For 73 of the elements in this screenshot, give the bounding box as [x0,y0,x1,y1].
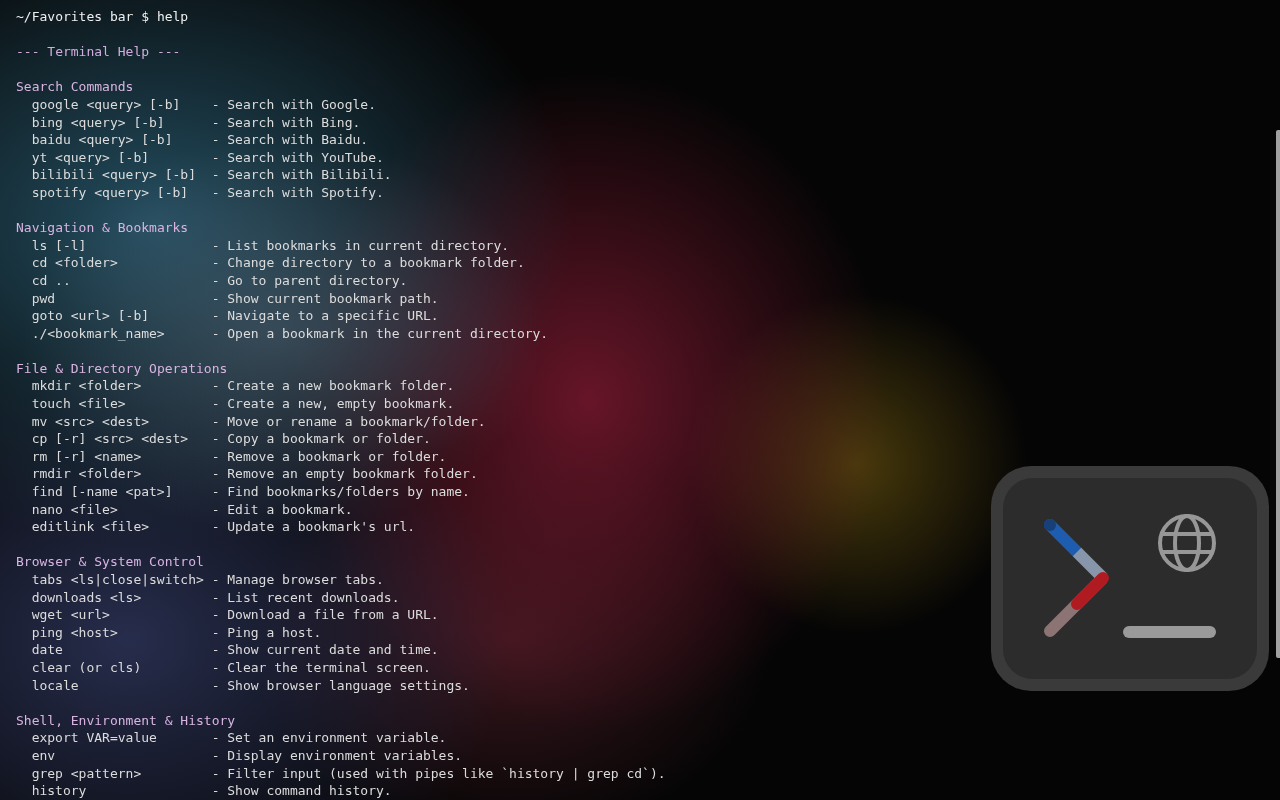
command-text: pwd [31,289,56,308]
command-description: - Remove an empty bookmark folder. [211,465,478,484]
command-description: - Go to parent directory. [211,271,408,290]
command-text: goto <url> [-b] [31,307,150,325]
command-text: mkdir <folder> [31,377,142,396]
command-description: - List recent downloads. [211,588,400,607]
prompt-line: ~/Favorites bar $ help [16,8,189,26]
command-description: - Download a file from a URL. [211,606,439,624]
command-text: grep <pattern> [31,764,142,783]
command-description: - Search with Bilibili. [211,166,392,184]
command-text: ping <host> [31,623,118,642]
command-text: date [31,641,63,659]
command-description: - Create a new bookmark folder. [211,377,455,396]
command-description: - Search with Spotify. [211,183,384,202]
command-description: - Copy a bookmark or folder. [211,430,431,448]
command-text: cp [-r] <src> <dest> [31,430,189,448]
command-text: google <query> [-b] [31,95,181,114]
command-description: - Move or rename a bookmark/folder. [211,412,486,431]
command-text: bing <query> [-b] [31,113,165,132]
command-description: - Update a bookmark's url. [211,518,416,536]
section-title: Browser & System Control [16,553,204,571]
command-description: - Search with YouTube. [211,148,384,167]
command-description: - Create a new, empty bookmark. [211,395,455,413]
command-text: spotify <query> [-b] [31,183,189,202]
command-description: - Show current date and time. [211,641,439,659]
command-text: mv <src> <dest> [31,412,150,431]
command-description: - Change directory to a bookmark folder. [211,254,525,272]
command-text: editlink <file> [31,518,150,536]
command-text: tabs <ls|close|switch> [31,571,204,589]
command-description: - Find bookmarks/folders by name. [211,483,470,501]
help-heading: --- Terminal Help --- [16,43,181,61]
command-text: yt <query> [-b] [31,148,150,167]
command-text: touch <file> [31,395,126,413]
command-text: find [-name <pat>] [31,483,173,501]
command-description: - Edit a bookmark. [211,500,353,519]
command-description: - Ping a host. [211,623,322,642]
command-text: rmdir <folder> [31,465,142,484]
command-description: - Show current bookmark path. [211,289,439,308]
command-description: - Search with Google. [211,95,376,114]
section-title: Navigation & Bookmarks [16,219,189,237]
command-text: ls [-l] [31,236,87,255]
command-text: nano <file> [31,500,118,519]
command-description: - Search with Baidu. [211,131,369,149]
command-text: env [31,746,56,765]
command-description: - List bookmarks in current directory. [211,236,510,255]
command-text: baidu <query> [-b] [31,131,173,149]
command-description: - Manage browser tabs. [211,571,384,589]
command-description: - Navigate to a specific URL. [211,307,439,325]
command-text: history [31,782,87,800]
command-text: rm [-r] <name> [31,447,142,466]
section-title: Search Commands [16,78,134,96]
command-description: - Filter input (used with pipes like `history | grep cd`). [211,764,666,783]
command-text: export VAR=value [31,729,157,747]
command-text: downloads <ls> [31,588,142,607]
command-description: - Clear the terminal screen. [211,658,431,677]
command-text: locale [31,676,79,695]
command-text: ./<bookmark_name> [31,324,165,343]
section-title: File & Directory Operations [16,359,228,378]
command-description: - Show command history. [211,782,392,800]
command-text: cd <folder> [31,254,118,272]
command-description: - Display environment variables. [211,746,463,765]
scrollbar-thumb[interactable] [1276,130,1280,658]
command-description: - Open a bookmark in the current directory. [211,324,549,343]
command-description: - Set an environment variable. [211,729,447,747]
terminal-logo-icon [991,466,1269,691]
command-text: wget <url> [31,606,110,624]
command-text: cd .. [31,271,71,290]
command-text: bilibili <query> [-b] [31,166,196,184]
command-description: - Search with Bing. [211,113,361,132]
section-title: Shell, Environment & History [16,711,236,730]
command-description: - Remove a bookmark or folder. [211,447,447,466]
command-description: - Show browser language settings. [211,676,470,695]
command-text: clear (or cls) [31,658,142,677]
